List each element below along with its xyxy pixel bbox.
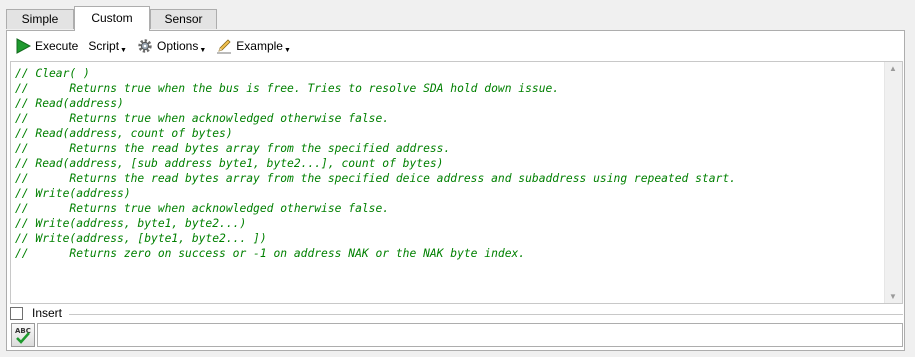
code-line: // Write(address, byte1, byte2...) [15,217,247,230]
code-line: // Returns the read bytes array from the… [15,142,451,155]
code-line: // Write(address) [15,187,131,200]
chevron-down-icon: ▼ [283,46,291,54]
code-line: // Read(address, [sub address byte1, byt… [15,157,444,170]
command-row: ABC [10,323,903,347]
execute-label: Execute [35,39,79,53]
execute-button[interactable]: Execute [15,35,78,57]
code-line: // Returns true when acknowledged otherw… [15,202,390,215]
insert-checkbox[interactable] [10,307,23,320]
code-line: // Read(address) [15,97,124,110]
tab-simple[interactable]: Simple [6,9,74,29]
vertical-scrollbar[interactable]: ▲ ▼ [884,62,902,303]
chevron-down-icon: ▼ [199,46,207,54]
spellcheck-icon: ABC [15,327,31,344]
play-icon [15,38,32,54]
options-label: Options [156,39,199,53]
tab-sensor[interactable]: Sensor [150,9,217,29]
divider [69,314,903,315]
code-line: // Read(address, count of bytes) [15,127,233,140]
insert-label: Insert [32,306,63,320]
code-line: // Returns true when acknowledged otherw… [15,112,390,125]
example-label: Example [236,39,283,53]
script-label: Script [88,39,120,53]
pencil-icon [216,38,232,54]
toolbar: Execute Script ▼ Options ▼ Example ▼ [15,35,301,57]
insert-row: Insert [10,306,903,321]
code-line: // Write(address, [byte1, byte2... ]) [15,232,267,245]
code-line: // Returns the read bytes array from the… [15,172,736,185]
scroll-down-icon[interactable]: ▼ [889,292,897,301]
code-line: // Returns zero on success or -1 on addr… [15,247,526,260]
script-editor[interactable]: // Clear( ) // Returns true when the bus … [10,61,903,304]
code-line: // Clear( ) [15,67,90,80]
example-menu-button[interactable]: Example ▼ [216,35,291,57]
code-line: // Returns true when the bus is free. Tr… [15,82,560,95]
code-text[interactable]: // Clear( ) // Returns true when the bus … [15,66,884,261]
custom-panel: Execute Script ▼ Options ▼ Example ▼ // … [6,30,905,351]
command-input[interactable] [37,323,903,347]
tab-custom[interactable]: Custom [74,6,150,31]
script-menu-button[interactable]: Script ▼ [88,35,127,57]
scroll-up-icon[interactable]: ▲ [889,64,897,73]
chevron-down-icon: ▼ [120,46,127,54]
gear-icon [137,38,153,54]
options-menu-button[interactable]: Options ▼ [137,35,206,57]
spellcheck-button[interactable]: ABC [11,323,35,347]
